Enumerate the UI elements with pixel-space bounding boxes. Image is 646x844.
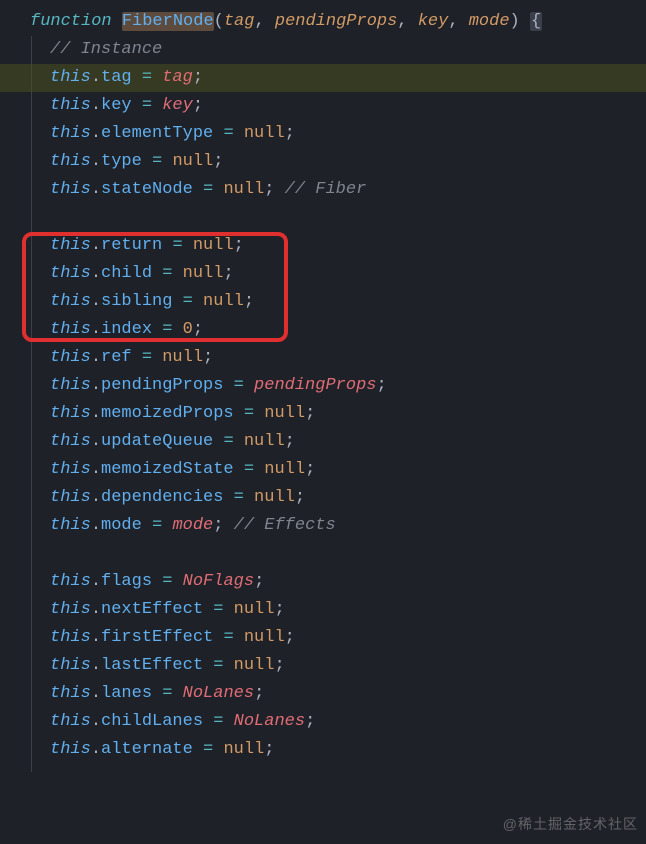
- code-line: this.mode = mode; // Effects: [20, 512, 646, 540]
- code-line: // Instance: [20, 36, 646, 64]
- open-brace: {: [530, 12, 542, 31]
- code-editor: function FiberNode(tag, pendingProps, ke…: [0, 0, 646, 772]
- code-line: this.firstEffect = null;: [20, 624, 646, 652]
- code-line: this.ref = null;: [20, 344, 646, 372]
- code-line: this.elementType = null;: [20, 120, 646, 148]
- code-line: this.child = null;: [20, 260, 646, 288]
- code-line: this.flags = NoFlags;: [20, 568, 646, 596]
- code-line: this.dependencies = null;: [20, 484, 646, 512]
- param-0: tag: [224, 12, 255, 31]
- code-line: this.tag = tag;: [0, 64, 646, 92]
- watermark-text: @稀土掘金技术社区: [503, 810, 638, 838]
- code-line: this.type = null;: [20, 148, 646, 176]
- code-line: this.memoizedProps = null;: [20, 400, 646, 428]
- function-signature-line: function FiberNode(tag, pendingProps, ke…: [20, 8, 646, 36]
- function-body: // Instancethis.tag = tag;this.key = key…: [20, 36, 646, 764]
- code-line: this.sibling = null;: [20, 288, 646, 316]
- code-line: this.memoizedState = null;: [20, 456, 646, 484]
- code-line: this.nextEffect = null;: [20, 596, 646, 624]
- code-line: this.return = null;: [20, 232, 646, 260]
- code-line: this.childLanes = NoLanes;: [20, 708, 646, 736]
- code-line: this.pendingProps = pendingProps;: [20, 372, 646, 400]
- param-2: key: [418, 12, 449, 31]
- code-line: this.lastEffect = null;: [20, 652, 646, 680]
- code-line: this.index = 0;: [20, 316, 646, 344]
- code-line: this.lanes = NoLanes;: [20, 680, 646, 708]
- keyword-function: function: [30, 12, 112, 31]
- code-line: this.updateQueue = null;: [20, 428, 646, 456]
- param-1: pendingProps: [275, 12, 397, 31]
- code-line: [20, 204, 646, 232]
- code-line: this.stateNode = null; // Fiber: [20, 176, 646, 204]
- code-line: [20, 540, 646, 568]
- code-line: this.alternate = null;: [20, 736, 646, 764]
- code-line: this.key = key;: [20, 92, 646, 120]
- function-name: FiberNode: [122, 12, 214, 31]
- param-3: mode: [469, 12, 510, 31]
